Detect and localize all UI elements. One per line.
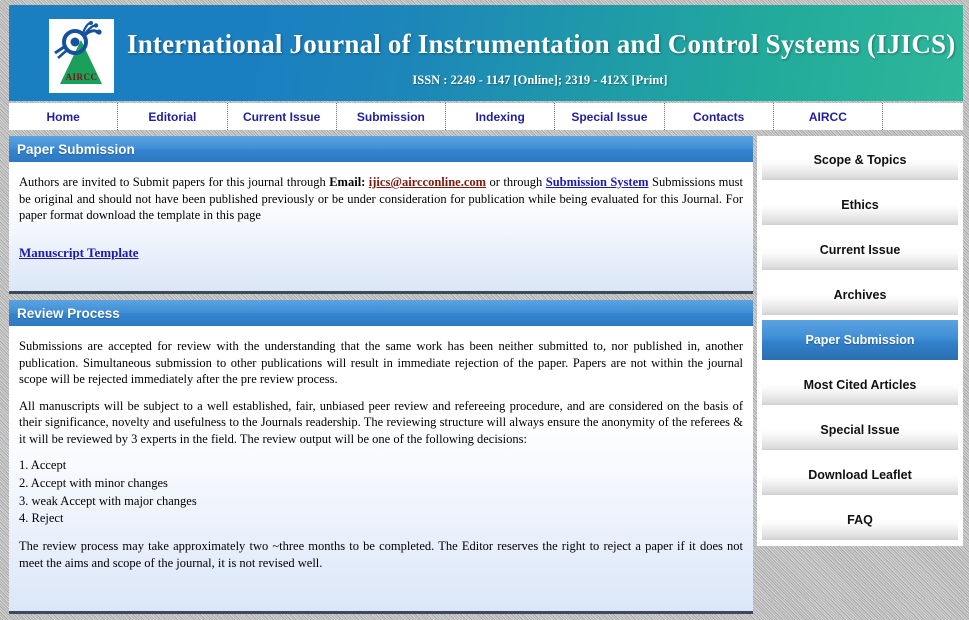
sidebar-item-download-leaflet[interactable]: Download Leaflet [762, 455, 958, 496]
decision-item-reject: 4. Reject [19, 511, 64, 526]
nav-item-aircc[interactable]: AIRCC [774, 103, 883, 130]
sidebar-item-paper-submission[interactable]: Paper Submission [762, 320, 958, 361]
aircc-logo[interactable]: AIRCC [49, 19, 114, 93]
review-process-body: Submissions are accepted for review with… [9, 326, 753, 611]
site-header: AIRCC International Journal of Instrumen… [9, 5, 963, 101]
review-paragraph-2: All manuscripts will be subject to a wel… [19, 398, 743, 446]
intro-text-part1: Authors are invited to Submit papers for… [19, 175, 330, 189]
sidebar-item-ethics[interactable]: Ethics [762, 185, 958, 226]
nav-item-current-issue[interactable]: Current Issue [228, 103, 337, 130]
journal-title: International Journal of Instrumentation… [127, 29, 956, 59]
intro-text-part2: or through [486, 175, 546, 189]
svg-text:AIRCC: AIRCC [65, 72, 97, 82]
sidebar-item-most-cited-articles[interactable]: Most Cited Articles [762, 365, 958, 406]
sidebar-item-current-issue[interactable]: Current Issue [762, 230, 958, 271]
manuscript-template-link[interactable]: Manuscript Template [19, 244, 139, 261]
submission-system-link[interactable]: Submission System [546, 175, 649, 189]
sidebar-item-scope-topics[interactable]: Scope & Topics [762, 140, 958, 181]
decision-item-accept-minor: 2. Accept with minor changes [19, 475, 168, 490]
nav-item-contacts[interactable]: Contacts [665, 103, 774, 130]
page-root: AIRCC International Journal of Instrumen… [0, 0, 969, 614]
nav-item-submission[interactable]: Submission [337, 103, 446, 130]
paper-submission-title: Paper Submission [9, 136, 753, 162]
review-decision-list: 1. Accept 2. Accept with minor changes 3… [19, 457, 743, 528]
nav-trailing-spacer [883, 103, 963, 130]
review-process-panel: Review Process Submissions are accepted … [9, 300, 753, 614]
paper-submission-body: Authors are invited to Submit papers for… [9, 162, 753, 291]
nav-item-editorial[interactable]: Editorial [118, 103, 228, 130]
sidebar-item-archives[interactable]: Archives [762, 275, 958, 316]
email-label: Email: [329, 175, 366, 189]
email-link[interactable]: ijics@aircconline.com [369, 175, 486, 189]
paper-submission-panel: Paper Submission Authors are invited to … [9, 136, 753, 294]
nav-item-indexing[interactable]: Indexing [446, 103, 556, 130]
journal-issn: ISSN : 2249 - 1147 [Online]; 2319 - 412X… [412, 73, 668, 87]
main-content: Paper Submission Authors are invited to … [9, 136, 753, 620]
decision-item-weak-accept-major: 3. weak Accept with major changes [19, 493, 197, 508]
peacock-logo-icon: AIRCC [50, 20, 113, 92]
review-process-title: Review Process [9, 300, 753, 326]
review-paragraph-3: The review process may take approximatel… [19, 539, 743, 570]
nav-item-home[interactable]: Home [9, 103, 119, 130]
review-paragraph-1: Submissions are accepted for review with… [19, 339, 743, 386]
panel-bottom-spacer [19, 261, 743, 281]
decision-item-accept: 1. Accept [19, 458, 67, 472]
paper-submission-intro: Authors are invited to Submit papers for… [19, 174, 743, 224]
review-bottom-spacer [19, 581, 743, 601]
sidebar-item-faq[interactable]: FAQ [762, 500, 958, 541]
main-navigation: Home Editorial Current Issue Submission … [9, 103, 963, 130]
sidebar-item-special-issue[interactable]: Special Issue [762, 410, 958, 451]
nav-item-special-issue[interactable]: Special Issue [555, 103, 665, 130]
right-sidebar: Scope & Topics Ethics Current Issue Arch… [757, 136, 963, 546]
